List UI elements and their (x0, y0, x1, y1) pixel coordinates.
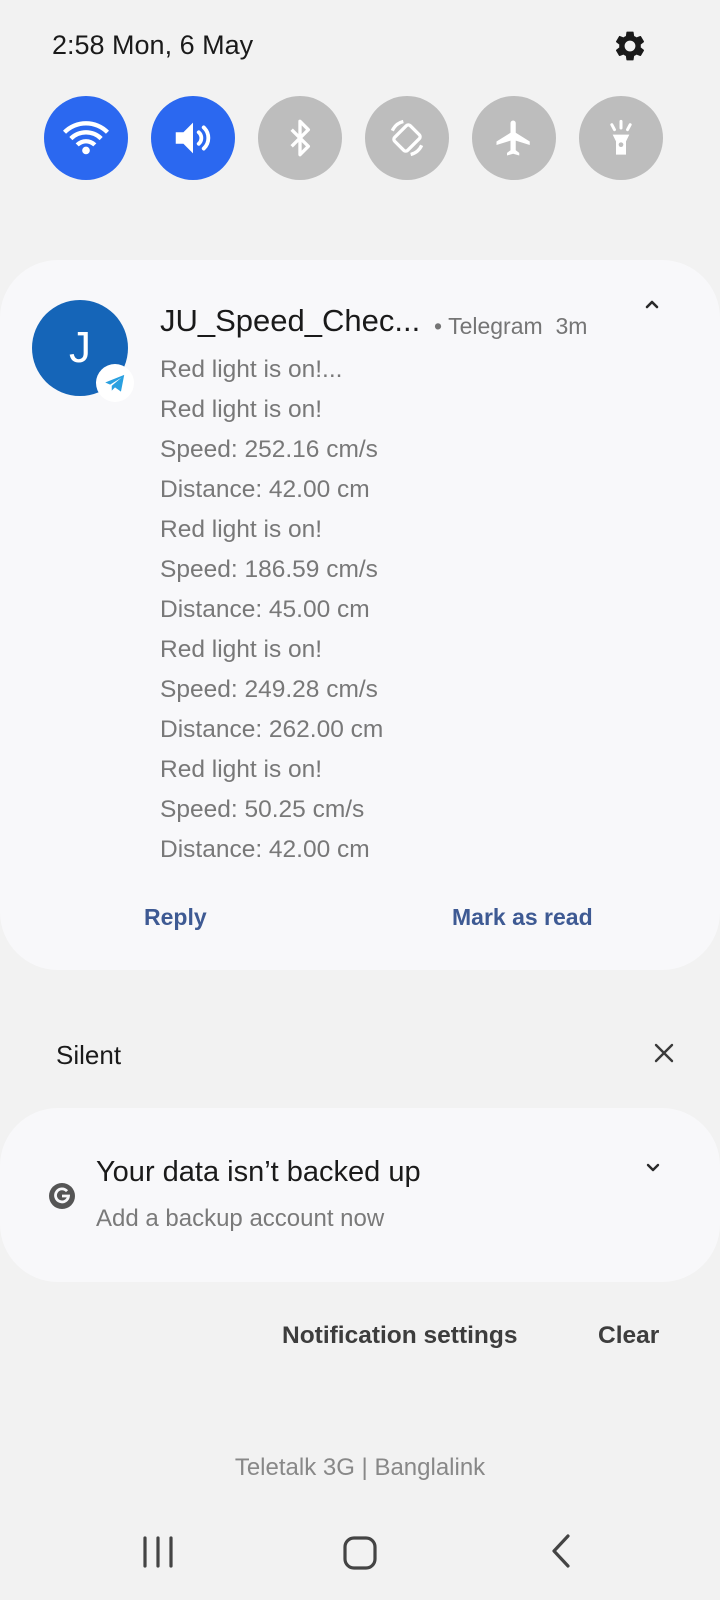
message-line: Red light is on! (160, 516, 323, 543)
quick-settings (44, 96, 674, 180)
chevron-down-icon[interactable] (643, 1162, 663, 1174)
status-time: 2:58 Mon, 6 May (52, 30, 254, 60)
message-line: Red light is on! (160, 396, 323, 423)
home-icon[interactable] (342, 1535, 378, 1571)
recent-apps-icon[interactable] (140, 1535, 176, 1569)
message-line: Distance: 262.00 cm (160, 716, 384, 743)
flashlight-toggle[interactable] (579, 96, 663, 180)
reply-button[interactable]: Reply (144, 904, 207, 931)
separator-dot: • (434, 313, 443, 339)
app-name: Telegram (448, 313, 543, 339)
notification-age: 3m (555, 313, 588, 339)
google-g-icon (49, 1183, 75, 1209)
message-line: Speed: 249.28 cm/s (160, 676, 378, 703)
airplane-icon (496, 120, 530, 156)
bluetooth-icon (290, 119, 310, 157)
sound-toggle[interactable] (151, 96, 235, 180)
telegram-badge (96, 364, 134, 402)
message-line: Red light is on!... (160, 356, 343, 383)
carrier-label: Teletalk 3G | Banglalink (234, 1454, 486, 1481)
bluetooth-toggle[interactable] (258, 96, 342, 180)
message-line: Speed: 50.25 cm/s (160, 796, 365, 823)
message-line: Speed: 186.59 cm/s (160, 556, 378, 583)
telegram-icon (105, 374, 125, 392)
airplane-toggle[interactable] (472, 96, 556, 180)
flashlight-icon (610, 119, 632, 155)
auto-rotate-toggle[interactable] (365, 96, 449, 180)
avatar-letter: J (69, 323, 91, 372)
message-line: Distance: 42.00 cm (160, 836, 370, 863)
notification-settings-button[interactable]: Notification settings (282, 1322, 517, 1350)
chevron-up-icon[interactable] (640, 296, 664, 312)
message-line: Speed: 252.16 cm/s (160, 436, 378, 463)
backup-title: Your data isn’t backed up (96, 1156, 421, 1188)
notification-meta: • Telegram 3m (434, 313, 587, 340)
message-line: Distance: 45.00 cm (160, 596, 370, 623)
message-line: Red light is on! (160, 756, 323, 783)
settings-gear-icon[interactable] (612, 28, 648, 64)
backup-notification-card[interactable] (0, 1108, 720, 1282)
message-line: Distance: 42.00 cm (160, 476, 370, 503)
back-icon[interactable] (550, 1533, 572, 1569)
message-line: Red light is on! (160, 636, 323, 663)
sender-name: JU_Speed_Chec... (160, 303, 421, 338)
wifi-icon (63, 121, 109, 155)
volume-icon (175, 122, 211, 154)
close-icon[interactable] (653, 1042, 675, 1064)
wifi-toggle[interactable] (44, 96, 128, 180)
rotate-icon (390, 119, 424, 157)
backup-subtitle: Add a backup account now (96, 1205, 385, 1232)
clear-button[interactable]: Clear (598, 1322, 659, 1350)
message-lines: Red light is on!... Red light is on! Spe… (160, 355, 383, 875)
silent-section-label: Silent (56, 1040, 122, 1070)
mark-as-read-button[interactable]: Mark as read (452, 904, 593, 931)
